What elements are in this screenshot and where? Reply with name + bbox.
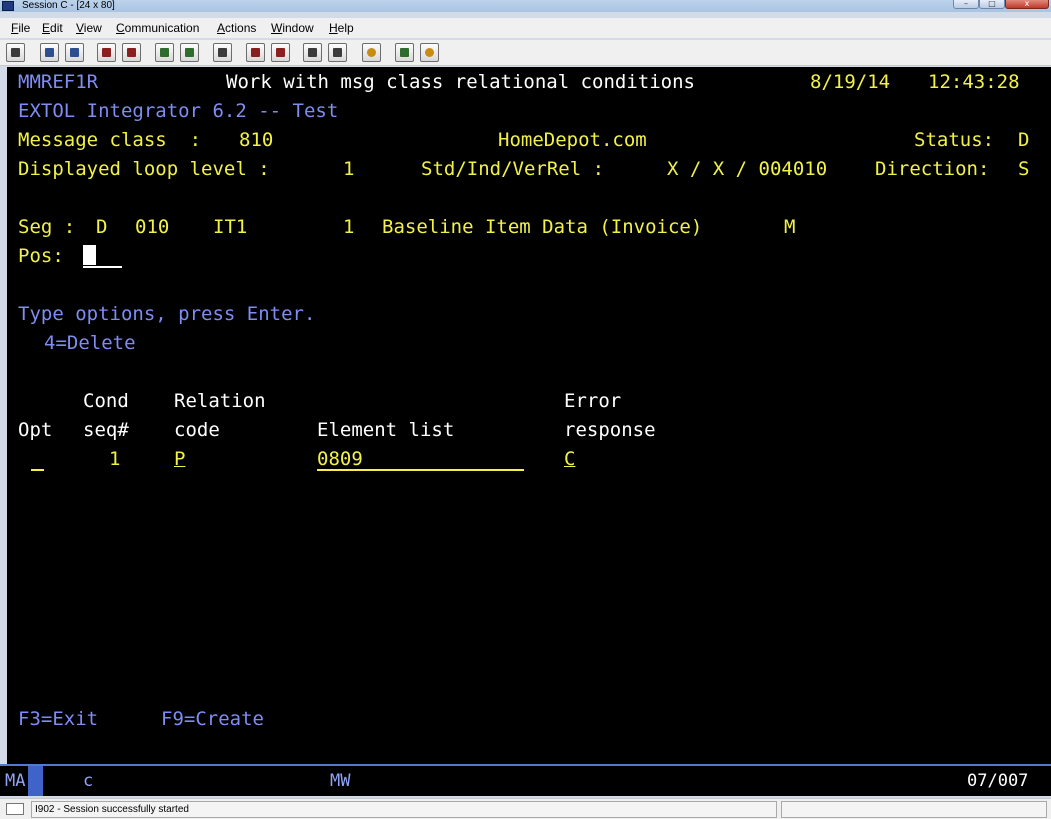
- oia-ma: MA: [5, 771, 26, 791]
- direction-label: Direction:: [875, 158, 990, 180]
- message-class-label: Message class :: [18, 129, 202, 151]
- stop-macro-icon[interactable]: [271, 43, 290, 62]
- row-element-list[interactable]: 0809: [317, 447, 524, 471]
- display-icon[interactable]: [155, 43, 174, 62]
- program-name: MMREF1R: [18, 71, 99, 93]
- menu-actions[interactable]: Actions: [217, 18, 256, 38]
- row-relation-code[interactable]: P: [174, 447, 185, 471]
- close-button[interactable]: x: [1005, 0, 1049, 9]
- std-label: Std/Ind/VerRel :: [421, 158, 605, 180]
- header-opt: Opt: [18, 419, 53, 441]
- menu-file[interactable]: File: [11, 18, 30, 38]
- menu-edit[interactable]: Edit: [42, 18, 63, 38]
- copy-icon[interactable]: [40, 43, 59, 62]
- header-seq: seq#: [83, 419, 129, 441]
- record-macro-icon[interactable]: [246, 43, 265, 62]
- send-file-icon[interactable]: [97, 43, 116, 62]
- paste-icon[interactable]: [65, 43, 84, 62]
- oia-mw: MW: [330, 771, 351, 791]
- pos-label: Pos:: [18, 245, 64, 267]
- terminal-screen[interactable]: MMREF1R Work with msg class relational c…: [7, 67, 1051, 764]
- f3-exit[interactable]: F3=Exit: [18, 707, 98, 731]
- seg-id: IT1: [213, 216, 248, 238]
- loop-level-value: 1: [343, 158, 355, 180]
- std-value: X / X / 004010: [667, 158, 828, 180]
- receive-file-icon[interactable]: [122, 43, 141, 62]
- header-cond: Cond: [83, 390, 129, 412]
- seg-type: D: [96, 216, 108, 238]
- support-icon[interactable]: [395, 43, 414, 62]
- header-element-list: Element list: [317, 419, 455, 441]
- cursor-position: 07/007: [967, 771, 1029, 791]
- seg-label: Seg :: [18, 216, 76, 238]
- message-class-value: 810: [239, 129, 274, 151]
- menu-view[interactable]: View: [76, 18, 102, 38]
- seg-count: 1: [343, 216, 355, 238]
- menu-window[interactable]: Window: [271, 18, 314, 38]
- option-delete: 4=Delete: [44, 332, 136, 354]
- seg-number: 010: [135, 216, 170, 238]
- opt-input[interactable]: [31, 447, 44, 471]
- menu-help[interactable]: Help: [329, 18, 354, 38]
- screen-title: Work with msg class relational condition…: [226, 71, 695, 93]
- status-panel: [781, 801, 1047, 818]
- status-label: Status:: [914, 129, 995, 151]
- app-icon[interactable]: [2, 1, 14, 11]
- screen-time: 12:43:28: [928, 71, 1020, 93]
- menu-communication[interactable]: Communication: [116, 18, 199, 38]
- pos-input[interactable]: [83, 244, 122, 268]
- row-seq: 1: [109, 448, 121, 470]
- product-name: EXTOL Integrator 6.2 -- Test: [18, 100, 339, 122]
- macro-icon[interactable]: [213, 43, 232, 62]
- header-response: response: [564, 419, 656, 441]
- window-title: Session C - [24 x 80]: [22, 0, 115, 11]
- status-value: D: [1018, 129, 1030, 151]
- oia-highlight: [28, 766, 43, 796]
- play-macro-icon[interactable]: [303, 43, 322, 62]
- seg-description: Baseline Item Data (Invoice): [382, 216, 703, 238]
- print-screen-icon[interactable]: [6, 43, 25, 62]
- partner-name: HomeDepot.com: [498, 129, 647, 151]
- header-code: code: [174, 419, 220, 441]
- f9-create[interactable]: F9=Create: [161, 707, 264, 731]
- maximize-button[interactable]: □: [979, 0, 1005, 9]
- screen-date: 8/19/14: [810, 71, 891, 93]
- oia-c: c: [83, 771, 94, 791]
- clipboard-icon[interactable]: [362, 43, 381, 62]
- status-message: I902 - Session successfully started: [31, 801, 777, 818]
- direction-value: S: [1018, 158, 1030, 180]
- header-relation: Relation: [174, 390, 266, 412]
- row-error-response[interactable]: C: [564, 447, 575, 471]
- loop-level-label: Displayed loop level :: [18, 158, 270, 180]
- instructions: Type options, press Enter.: [18, 303, 316, 325]
- minimize-button[interactable]: –: [953, 0, 979, 9]
- keypad-icon[interactable]: [180, 43, 199, 62]
- help-icon[interactable]: [420, 43, 439, 62]
- menu-bar: File Edit View Communication Actions Win…: [0, 18, 1051, 38]
- seg-requirement: M: [784, 216, 796, 238]
- operator-info-area: MA c MW 07/007: [0, 764, 1051, 796]
- title-bar: Session C - [24 x 80] – □ x: [0, 0, 1051, 12]
- toolbar: [0, 40, 1051, 66]
- play-macro-alt-icon[interactable]: [328, 43, 347, 62]
- status-bar: I902 - Session successfully started: [0, 798, 1051, 819]
- header-error: Error: [564, 390, 622, 412]
- connection-icon: [6, 803, 24, 815]
